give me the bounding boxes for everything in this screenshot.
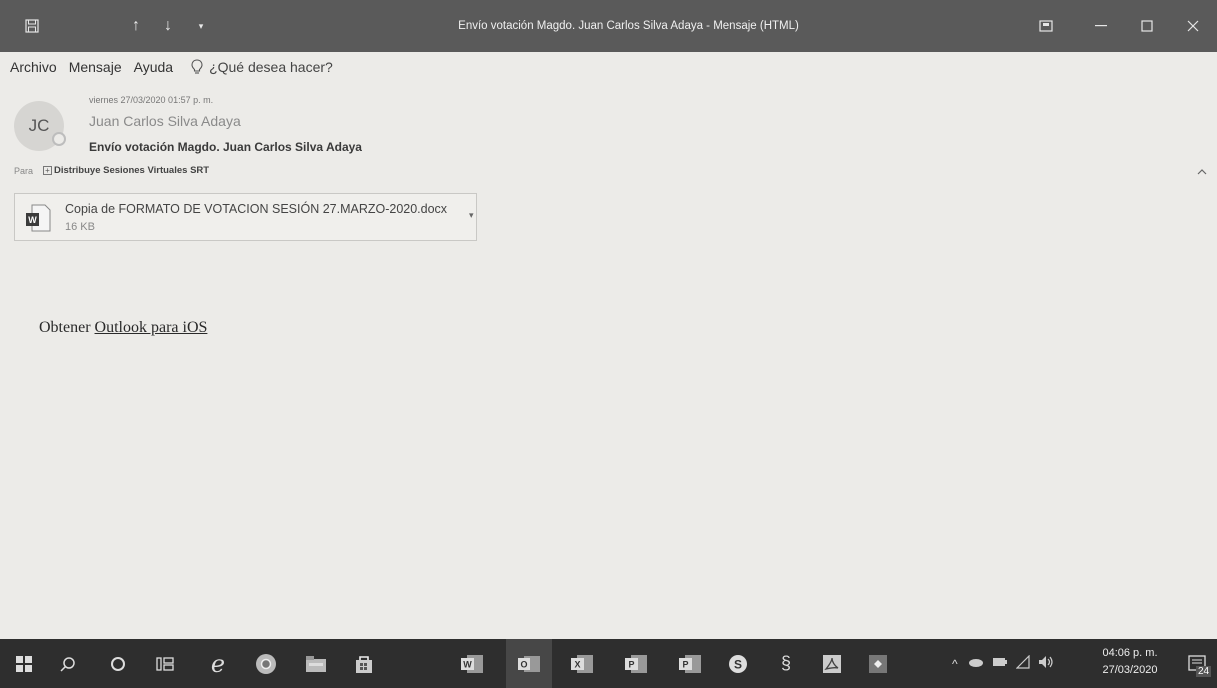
svg-text:W: W: [463, 659, 472, 669]
message-subject: Envío votación Magdo. Juan Carlos Silva …: [89, 140, 362, 154]
remote-icon[interactable]: [858, 639, 898, 688]
wifi-icon[interactable]: [1015, 654, 1030, 672]
tell-me-label: ¿Qué desea hacer?: [209, 59, 333, 75]
taskbar: e W O X P P S § ^ 04:06 p. m. 27/03/2020…: [0, 639, 1217, 688]
task-view-icon[interactable]: [145, 639, 185, 688]
battery-icon[interactable]: [992, 657, 1008, 670]
svg-text:W: W: [28, 215, 37, 225]
search-icon[interactable]: [48, 639, 88, 688]
svg-text:O: O: [520, 659, 527, 669]
menu-bar: Archivo Mensaje Ayuda ¿Qué desea hacer?: [0, 54, 1217, 80]
cortana-icon[interactable]: [98, 639, 138, 688]
expand-group-icon[interactable]: +: [43, 166, 53, 175]
maximize-button[interactable]: [1124, 0, 1170, 52]
edge-icon[interactable]: e: [198, 639, 238, 688]
windows-start-icon[interactable]: [4, 639, 44, 688]
attachment-dropdown-icon[interactable]: ▾: [469, 210, 474, 221]
tell-me-box[interactable]: ¿Qué desea hacer?: [191, 59, 333, 75]
svg-text:P: P: [628, 659, 634, 669]
recipients-row: Para + Distribuye Sesiones Virtuales SRT: [14, 165, 209, 176]
powerpoint-icon[interactable]: P: [616, 639, 656, 688]
clock-time: 04:06 p. m.: [1102, 647, 1158, 659]
menu-ayuda[interactable]: Ayuda: [128, 59, 179, 75]
body-prefix-text: Obtener: [39, 319, 91, 336]
file-explorer-icon[interactable]: [296, 639, 336, 688]
svg-text:X: X: [574, 659, 580, 669]
title-bar: ↑ ↓ ▾ Envío votación Magdo. Juan Carlos …: [0, 0, 1217, 52]
next-item-icon[interactable]: ↓: [152, 0, 184, 52]
message-body: Obtener Outlook para iOS: [39, 319, 207, 337]
svg-text:P: P: [682, 659, 688, 669]
attachment-size: 16 KB: [65, 221, 95, 233]
save-icon[interactable]: [12, 0, 52, 52]
word-document-icon: W: [23, 203, 53, 233]
attachment-name: Copia de FORMATO DE VOTACION SESIÓN 27.M…: [65, 202, 448, 216]
outlook-ios-link[interactable]: Outlook para iOS: [95, 319, 208, 336]
acrobat-icon[interactable]: [812, 639, 852, 688]
chrome-icon[interactable]: [246, 639, 286, 688]
lightbulb-icon: [191, 59, 203, 74]
message-date: viernes 27/03/2020 01:57 p. m.: [89, 95, 214, 105]
system-tray: ^: [952, 639, 1054, 688]
to-label: Para: [14, 165, 34, 176]
taskbar-clock[interactable]: 04:06 p. m. 27/03/2020: [1088, 645, 1172, 679]
skype-icon[interactable]: S: [718, 639, 758, 688]
show-hidden-icons-icon[interactable]: ^: [952, 657, 958, 671]
recipient-name[interactable]: Distribuye Sesiones Virtuales SRT: [54, 165, 209, 176]
notification-count-badge: 24: [1196, 666, 1212, 677]
clock-date: 27/03/2020: [1102, 664, 1158, 676]
minimize-button[interactable]: [1078, 0, 1124, 52]
volume-icon[interactable]: [1038, 655, 1054, 672]
presence-status-icon: [52, 132, 66, 146]
quick-access-dropdown-icon[interactable]: ▾: [188, 0, 214, 52]
collapse-header-icon[interactable]: [1197, 163, 1207, 181]
menu-archivo[interactable]: Archivo: [0, 59, 63, 75]
svg-text:S: S: [734, 657, 742, 671]
outlook-icon[interactable]: O: [506, 639, 552, 688]
project-icon[interactable]: P: [670, 639, 710, 688]
excel-icon[interactable]: X: [562, 639, 602, 688]
onedrive-icon[interactable]: [968, 657, 984, 670]
word-icon[interactable]: W: [452, 639, 492, 688]
store-icon[interactable]: [344, 639, 384, 688]
ribbon-display-options-icon[interactable]: [1023, 0, 1069, 52]
previous-item-icon[interactable]: ↑: [120, 0, 152, 52]
anydesk-icon[interactable]: §: [766, 639, 806, 688]
action-center-icon[interactable]: 24: [1176, 639, 1217, 688]
sender-name[interactable]: Juan Carlos Silva Adaya: [89, 113, 241, 129]
attachment-item[interactable]: W Copia de FORMATO DE VOTACION SESIÓN 27…: [14, 193, 477, 241]
close-button[interactable]: [1170, 0, 1216, 52]
menu-mensaje[interactable]: Mensaje: [63, 59, 128, 75]
